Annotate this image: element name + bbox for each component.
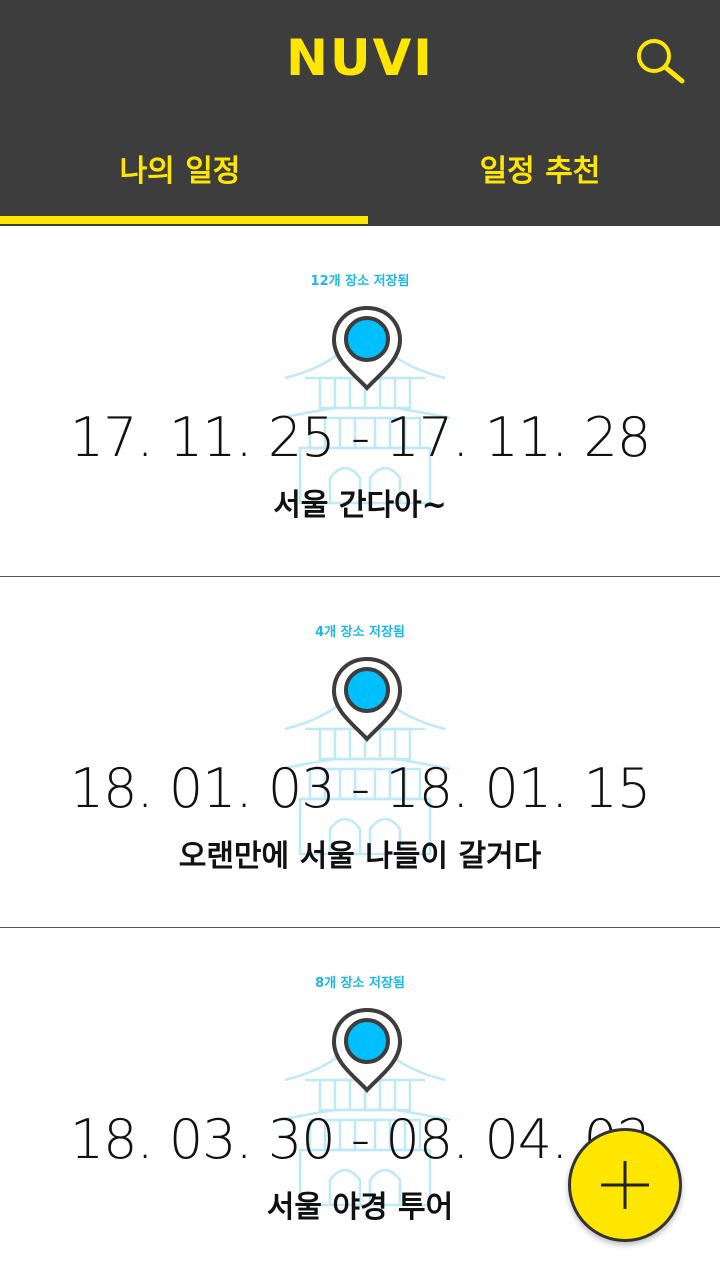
search-icon — [637, 39, 685, 84]
tab-my-schedule[interactable]: 나의 일정 — [0, 120, 360, 216]
search-button[interactable] — [630, 34, 690, 86]
saved-places-count: 4개 장소 저장됨 — [315, 625, 405, 640]
location-pin-icon — [331, 656, 403, 742]
trip-title: 오랜만에 서울 나들이 갈거다 — [178, 839, 542, 874]
location-pin-icon — [331, 305, 403, 391]
tab-recommended-schedule[interactable]: 일정 추천 — [360, 120, 720, 216]
location-pin-icon — [331, 1007, 403, 1093]
saved-places-count: 12개 장소 저장됨 — [310, 274, 410, 289]
saved-places-count: 8개 장소 저장됨 — [315, 976, 405, 991]
plus-icon — [601, 1161, 649, 1209]
app-logo: NUVI — [286, 29, 434, 87]
tab-bar: 나의 일정 일정 추천 — [0, 120, 720, 226]
trip-card[interactable]: 12개 장소 저장됨 17. 11. 25 - 17. 11. 28 서울 간다… — [0, 226, 720, 577]
app-screen: NUVI 나의 일정 일정 추천 12개 장소 저장됨 17. 11. 25 -… — [0, 0, 720, 1280]
trip-list: 12개 장소 저장됨 17. 11. 25 - 17. 11. 28 서울 간다… — [0, 226, 720, 1279]
app-header: NUVI 나의 일정 일정 추천 — [0, 0, 720, 226]
active-tab-indicator — [0, 216, 368, 224]
trip-date-range: 17. 11. 25 - 17. 11. 28 — [69, 406, 651, 469]
trip-card[interactable]: 4개 장소 저장됨 18. 01. 03 - 18. 01. 15 오랜만에 서… — [0, 577, 720, 928]
add-trip-button[interactable] — [568, 1128, 682, 1242]
trip-date-range: 18. 01. 03 - 18. 01. 15 — [69, 757, 651, 820]
trip-title: 서울 간다아~ — [273, 488, 447, 523]
